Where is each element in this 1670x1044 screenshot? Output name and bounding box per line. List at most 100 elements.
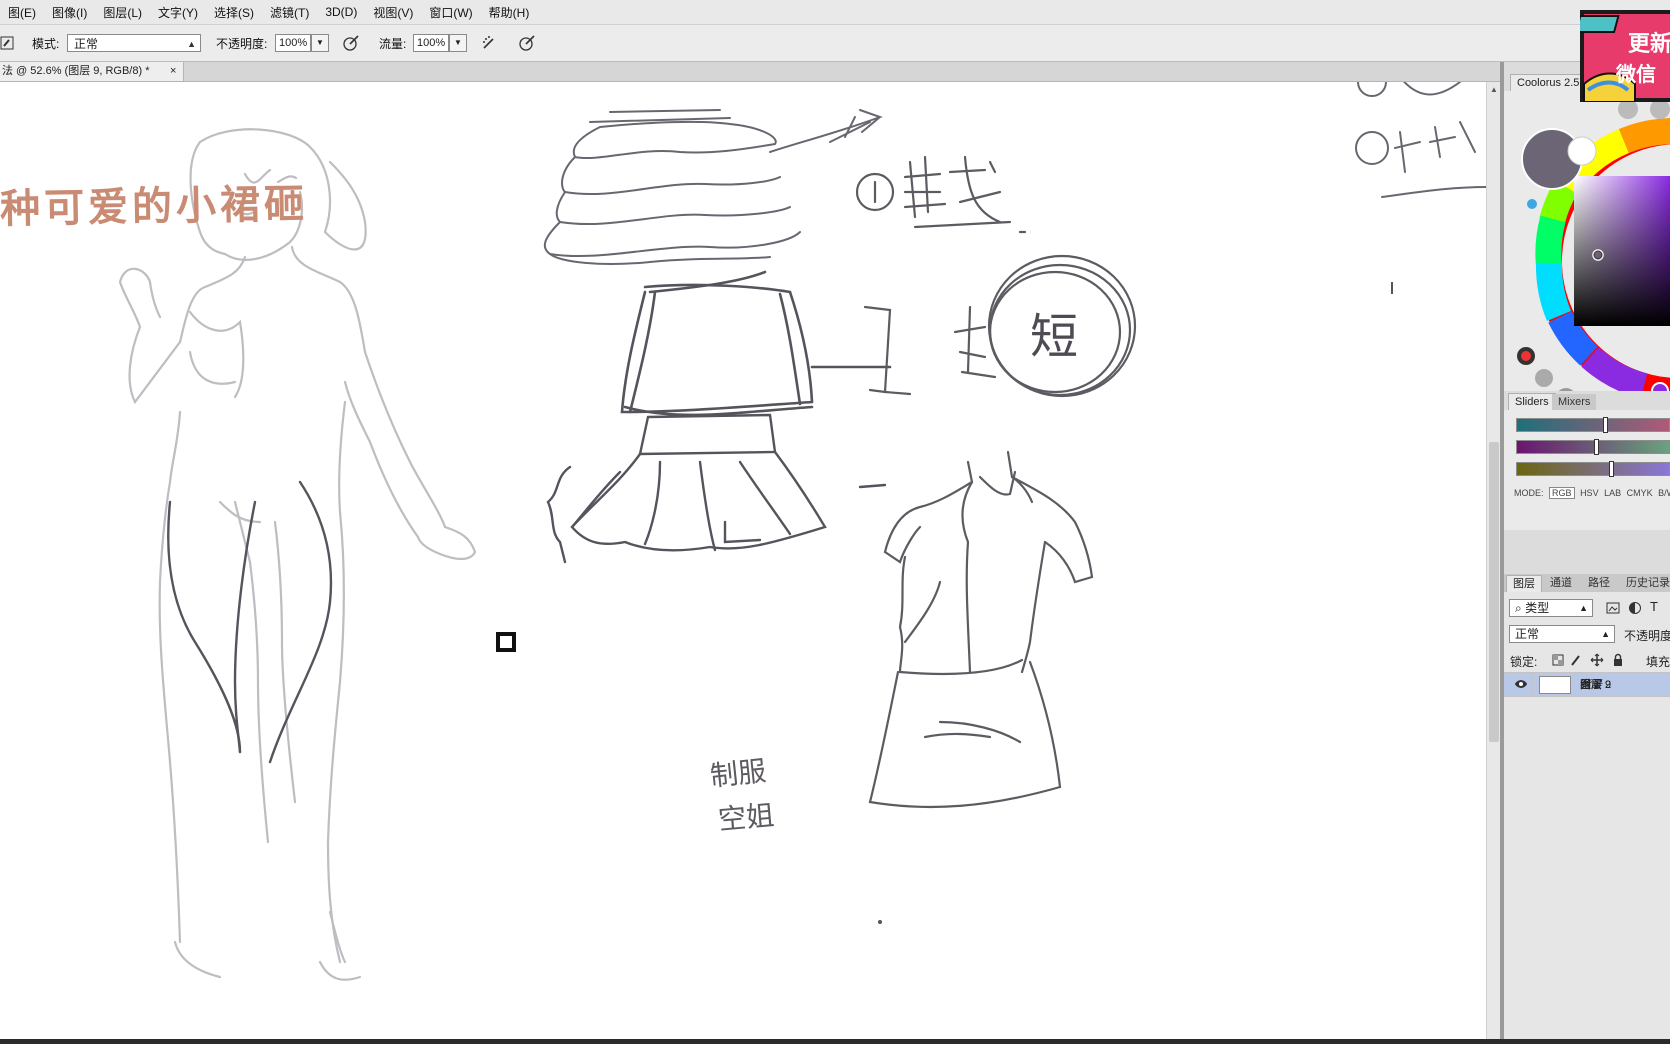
- layers-list: 图层 8图层 1图层 9图层 2▶组 1背景: [1504, 672, 1670, 697]
- right-panel: Coolorus 2.5 Sliders Mixers MODE: RGB HS…: [1504, 62, 1670, 1039]
- slider-r-handle[interactable]: [1602, 417, 1608, 433]
- lock-position-icon[interactable]: [1590, 653, 1604, 667]
- slider-r[interactable]: [1516, 417, 1670, 433]
- updown-icon: ▲: [187, 39, 196, 49]
- fill-label: 填充: [1646, 655, 1670, 669]
- mode-hsv[interactable]: HSV: [1580, 488, 1599, 498]
- image-filter-icon[interactable]: [1606, 601, 1620, 615]
- vertical-scrollbar[interactable]: ▲: [1486, 82, 1501, 1039]
- badge-text-2: 微信: [1616, 64, 1656, 86]
- layer-name: 背景: [1580, 679, 1602, 691]
- bottom-strip: [0, 1039, 1670, 1044]
- tab-channels[interactable]: 通道: [1544, 575, 1578, 592]
- scrollbar-thumb[interactable]: [1489, 442, 1499, 742]
- blend-mode-select[interactable]: 正常 ▲: [1509, 625, 1615, 643]
- mode-caption: MODE:: [1514, 488, 1544, 498]
- pleated-skirt-sketch: [546, 413, 887, 564]
- document-tab-bar: 法 @ 52.6% (图层 9, RGB/8) * ×: [0, 62, 1670, 82]
- tiered-skirt-sketch: [543, 109, 883, 266]
- slider-b[interactable]: [1516, 461, 1670, 477]
- note-short: 短: [1030, 309, 1079, 365]
- close-icon[interactable]: ×: [170, 62, 176, 81]
- layer-thumbnail: [1539, 676, 1571, 694]
- document-title: 法 @ 52.6% (图层 9, RGB/8) *: [2, 65, 150, 77]
- mode-label: 模式:: [32, 37, 60, 51]
- menu-item-5[interactable]: 滤镜(T): [262, 4, 317, 21]
- sliders-panel: MODE: RGB HSV LAB CMYK B/W: [1504, 410, 1670, 530]
- color-wheel[interactable]: [1504, 91, 1670, 408]
- menu-item-0[interactable]: 图(E): [0, 4, 44, 21]
- layers-panel: ⌕ 类型 ▲ T 正常 ▲ 不透明度 锁定: 填充 图层 8图层 1图层 9图层…: [1504, 592, 1670, 1039]
- search-icon: ⌕: [1515, 601, 1522, 615]
- badge-text-1: 更新: [1628, 31, 1670, 56]
- layer-row[interactable]: 背景: [1504, 673, 1670, 697]
- layer-opacity-label: 不透明度: [1624, 629, 1670, 643]
- top-right-notes: [1355, 82, 1486, 198]
- lock-transparent-icon[interactable]: [1552, 654, 1564, 666]
- blend-mode-value: 正常: [1515, 627, 1540, 641]
- document-tab[interactable]: 法 @ 52.6% (图层 9, RGB/8) *: [0, 62, 184, 81]
- menu-bar: 图(E) 图像(I) 图层(L) 文字(Y) 选择(S) 滤镜(T) 3D(D) 视图(V) 窗…: [0, 0, 1670, 25]
- color-panel: [1504, 91, 1670, 408]
- length-note: [863, 254, 1137, 398]
- menu-item-3[interactable]: 文字(Y): [150, 4, 206, 21]
- tab-layers[interactable]: 图层: [1506, 575, 1542, 592]
- tab-coolorus[interactable]: Coolorus 2.5: [1510, 74, 1587, 91]
- menu-item-9[interactable]: 帮助(H): [481, 4, 538, 21]
- lock-all-icon[interactable]: [1612, 653, 1624, 667]
- lock-label: 锁定:: [1510, 655, 1538, 669]
- updown-icon: ▲: [1579, 603, 1588, 613]
- opacity-input[interactable]: 100%: [275, 34, 311, 52]
- uniform-sketch: [868, 450, 1094, 809]
- brush-preset-icon[interactable]: [0, 34, 18, 52]
- opacity-dropdown[interactable]: ▼: [311, 34, 329, 52]
- mode-rgb[interactable]: RGB: [1549, 487, 1575, 499]
- layer-filter-select[interactable]: ⌕ 类型 ▲: [1509, 599, 1593, 617]
- menu-item-6[interactable]: 3D(D): [317, 5, 365, 19]
- pressure-opacity-icon[interactable]: [342, 34, 360, 52]
- text-filter-icon[interactable]: T: [1650, 599, 1658, 614]
- mode-select[interactable]: 正常 ▲: [67, 34, 201, 52]
- slider-g[interactable]: [1516, 439, 1670, 455]
- flow-dropdown[interactable]: ▼: [449, 34, 467, 52]
- straight-skirt-sketch: [620, 270, 892, 417]
- menu-item-8[interactable]: 窗口(W): [421, 4, 480, 21]
- note-stewardess: 空姐: [716, 798, 776, 837]
- airbrush-icon[interactable]: [481, 34, 499, 52]
- menu-item-2[interactable]: 图层(L): [95, 4, 150, 21]
- menu-item-4[interactable]: 选择(S): [206, 4, 262, 21]
- color-mode-row: MODE: RGB HSV LAB CMYK B/W: [1514, 487, 1670, 499]
- menu-item-7[interactable]: 视图(V): [365, 4, 421, 21]
- mode-bw[interactable]: B/W: [1658, 488, 1670, 498]
- tab-history[interactable]: 历史记录: [1620, 575, 1670, 592]
- tab-paths[interactable]: 路径: [1582, 575, 1616, 592]
- opacity-label: 不透明度:: [216, 37, 268, 51]
- mode-lab[interactable]: LAB: [1604, 488, 1621, 498]
- options-bar: 模式: 正常 ▲ 不透明度: 100% ▼ 流量: 100% ▼: [0, 25, 1670, 62]
- note-uniform: 制服: [708, 754, 768, 793]
- adjustment-filter-icon[interactable]: [1628, 601, 1642, 615]
- lock-pixels-icon[interactable]: [1570, 654, 1582, 666]
- figure-sketch: [118, 128, 477, 981]
- pressure-size-icon[interactable]: [518, 34, 536, 52]
- canvas-title: 种可爱的小裙砸: [0, 181, 309, 233]
- slider-g-handle[interactable]: [1593, 439, 1599, 455]
- scroll-up-icon[interactable]: ▲: [1490, 85, 1498, 94]
- layer-filter-value: 类型: [1525, 601, 1550, 615]
- flow-label: 流量:: [379, 37, 407, 51]
- tab-sliders[interactable]: Sliders: [1508, 393, 1556, 410]
- slider-b-handle[interactable]: [1608, 461, 1614, 477]
- brush-cursor: [496, 632, 516, 652]
- layers-tab-row: 图层 通道 路径 历史记录: [1504, 574, 1670, 592]
- updown-icon: ▲: [1601, 629, 1610, 639]
- hip-lines: [167, 480, 333, 764]
- flow-input[interactable]: 100%: [413, 34, 449, 52]
- canvas[interactable]: 种可爱的小裙砸 制服 空姐 短: [0, 82, 1486, 1039]
- style-note: [855, 155, 1027, 234]
- layer-visibility-toggle[interactable]: [1510, 674, 1533, 695]
- menu-item-1[interactable]: 图像(I): [44, 4, 95, 21]
- tab-mixers[interactable]: Mixers: [1552, 394, 1597, 411]
- mode-cmyk[interactable]: CMYK: [1627, 488, 1653, 498]
- mode-value: 正常: [74, 37, 99, 51]
- eye-icon: [1515, 680, 1527, 688]
